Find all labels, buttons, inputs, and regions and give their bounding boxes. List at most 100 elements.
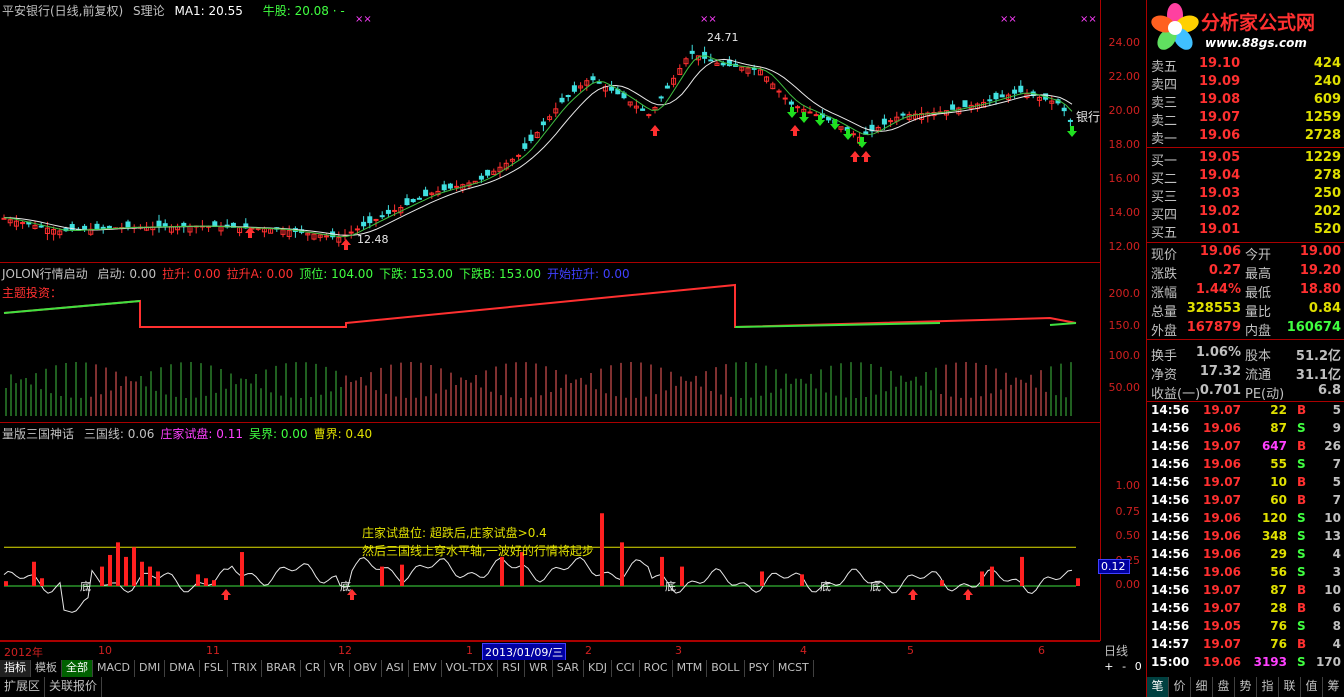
indicator-tab[interactable]: MACD: [93, 660, 135, 677]
tick-time: 14:56: [1151, 457, 1190, 471]
sanguo-bar: [132, 547, 136, 586]
zoom-reset-button[interactable]: 0: [1135, 660, 1142, 677]
indicator-tab[interactable]: 模板: [31, 660, 62, 677]
chart-area[interactable]: 平安银行(日线,前复权) S理论 MA1: 20.55 牛股: 20.08 · …: [0, 0, 1100, 661]
date-label: 3: [675, 644, 682, 657]
candle-body: [522, 143, 528, 149]
extension-tab[interactable]: 关联报价: [45, 677, 103, 697]
tick-time: 14:56: [1151, 511, 1190, 525]
quote-tab[interactable]: 指: [1257, 677, 1279, 697]
buy-arrow-icon: [963, 589, 973, 600]
indicator-tab[interactable]: PSY: [745, 660, 774, 677]
indicator-tab[interactable]: KDJ: [584, 660, 612, 677]
indicator-tab[interactable]: ROC: [640, 660, 673, 677]
date-label: 6: [1038, 644, 1045, 657]
buy-arrow-icon: [790, 125, 800, 136]
tick-price: 19.06: [1203, 655, 1241, 669]
date-axis: 2013/01/09/三 2012年 10 11 12 1 2 3 4 5 6: [0, 641, 1100, 661]
quote-tab[interactable]: 联: [1279, 677, 1301, 697]
tick-volume: 22: [1270, 403, 1287, 417]
indicator-tab[interactable]: OBV: [350, 660, 382, 677]
price-chart[interactable]: 24.71 12.48 银行 ×× ×× ×× ××: [0, 0, 1100, 263]
indicator-tab[interactable]: BRAR: [262, 660, 302, 677]
quote-value: 51.2亿: [1295, 349, 1341, 364]
quote-row: 现价 19.06 今开 19.00: [1147, 244, 1344, 263]
quote-tab[interactable]: 细: [1191, 677, 1213, 697]
zoom-in-button[interactable]: +: [1104, 660, 1113, 677]
indicator-tab[interactable]: DMI: [135, 660, 166, 677]
period-label[interactable]: 日线: [1104, 642, 1128, 659]
date-label: 1: [466, 644, 473, 657]
ask-row: 卖三 19.08 609: [1147, 92, 1344, 111]
indicator-tab[interactable]: VR: [325, 660, 350, 677]
quote-tab[interactable]: 值: [1301, 677, 1323, 697]
indicator-tab[interactable]: MCST: [774, 660, 814, 677]
extension-tab[interactable]: 扩展区: [0, 677, 46, 697]
candle-body: [416, 197, 422, 200]
indicator-tab[interactable]: RSI: [498, 660, 526, 677]
indicator-tab[interactable]: CR: [301, 660, 326, 677]
quote-label: 收益(一): [1151, 387, 1201, 402]
tick-row: 14:57 19.07 76 B 4: [1147, 637, 1344, 655]
indicator-tab[interactable]: 全部: [62, 660, 93, 677]
quote-value: 167879: [1186, 320, 1241, 335]
price-panel[interactable]: 平安银行(日线,前复权) S理论 MA1: 20.55 牛股: 20.08 · …: [0, 0, 1100, 263]
quote-tab[interactable]: 筹: [1323, 677, 1344, 697]
indicator-tab[interactable]: 指标: [0, 660, 31, 677]
indicator-tab[interactable]: TRIX: [228, 660, 263, 677]
bottom-label: 底: [870, 579, 881, 593]
ask-row: 卖四 19.09 240: [1147, 74, 1344, 93]
tick-price: 19.06: [1203, 547, 1241, 561]
tick-price: 19.07: [1203, 439, 1241, 453]
indicator-tab[interactable]: EMV: [409, 660, 442, 677]
tick-price: 19.06: [1203, 457, 1241, 471]
indicator-tab[interactable]: SAR: [553, 660, 585, 677]
quote-tab[interactable]: 价: [1169, 677, 1191, 697]
zoom-controls: + - 0: [1100, 660, 1146, 677]
indicator-tab[interactable]: WR: [525, 660, 553, 677]
tick-count: 5: [1332, 403, 1341, 417]
sanguo-note-2: 然后三国线上穿水平轴,一波好的行情将起步: [362, 544, 594, 558]
buy-arrow-icon: [341, 239, 351, 250]
quote-value: 18.80: [1299, 282, 1341, 297]
flower-logo-icon: [1151, 3, 1199, 50]
indicator-tab[interactable]: VOL-TDX: [442, 660, 499, 677]
candle-body: [69, 224, 75, 231]
tick-side: S: [1297, 655, 1306, 669]
bid-price: 19.03: [1199, 186, 1241, 201]
sanguo-chart[interactable]: 底底底底底: [0, 423, 1100, 641]
quote-tab[interactable]: 盘: [1213, 677, 1235, 697]
jolon-chart[interactable]: [0, 263, 1100, 423]
candle-body: [720, 62, 726, 66]
tick-row: 14:56 19.06 55 S 7: [1147, 457, 1344, 475]
tick-volume: 87: [1270, 583, 1287, 597]
quote-value: 160674: [1286, 320, 1341, 335]
bid-row: 买三 19.03 250: [1147, 186, 1344, 205]
date-label: 5: [907, 644, 914, 657]
indicator-tab[interactable]: DMA: [165, 660, 200, 677]
indicator-tab[interactable]: ASI: [382, 660, 409, 677]
zoom-out-button[interactable]: -: [1122, 660, 1126, 677]
tick-count: 13: [1324, 529, 1341, 543]
tick-side: S: [1297, 619, 1306, 633]
tick-price: 19.07: [1203, 601, 1241, 615]
sanguo-bar: [1020, 556, 1024, 586]
quote-tab[interactable]: 势: [1235, 677, 1257, 697]
sanguo-bar: [600, 513, 604, 586]
candle-body: [559, 97, 565, 103]
jolon-panel[interactable]: JOLON行情启动 启动: 0.00 拉升: 0.00 拉升A: 0.00 顶位: 1…: [0, 263, 1100, 423]
quote-tab[interactable]: 笔: [1147, 677, 1169, 697]
sanguo-panel[interactable]: 量版三国神话 三国线: 0.06 庄家试盘: 0.11 吴界: 0.00 曹界: 0.…: [0, 423, 1100, 641]
quote-label: 外盘: [1151, 324, 1178, 339]
y-tick-label: 200.0: [1108, 287, 1141, 300]
candle-body: [348, 231, 354, 234]
indicator-tab[interactable]: FSL: [200, 660, 228, 677]
indicator-tab[interactable]: BOLL: [707, 660, 745, 677]
indicator-tab[interactable]: MTM: [673, 660, 708, 677]
candle-body: [609, 86, 615, 91]
candle-body: [528, 134, 534, 141]
sanguo-bar: [500, 556, 504, 586]
sanguo-bar: [660, 556, 664, 586]
indicator-tab[interactable]: CCI: [612, 660, 640, 677]
tick-price: 19.06: [1203, 565, 1241, 579]
